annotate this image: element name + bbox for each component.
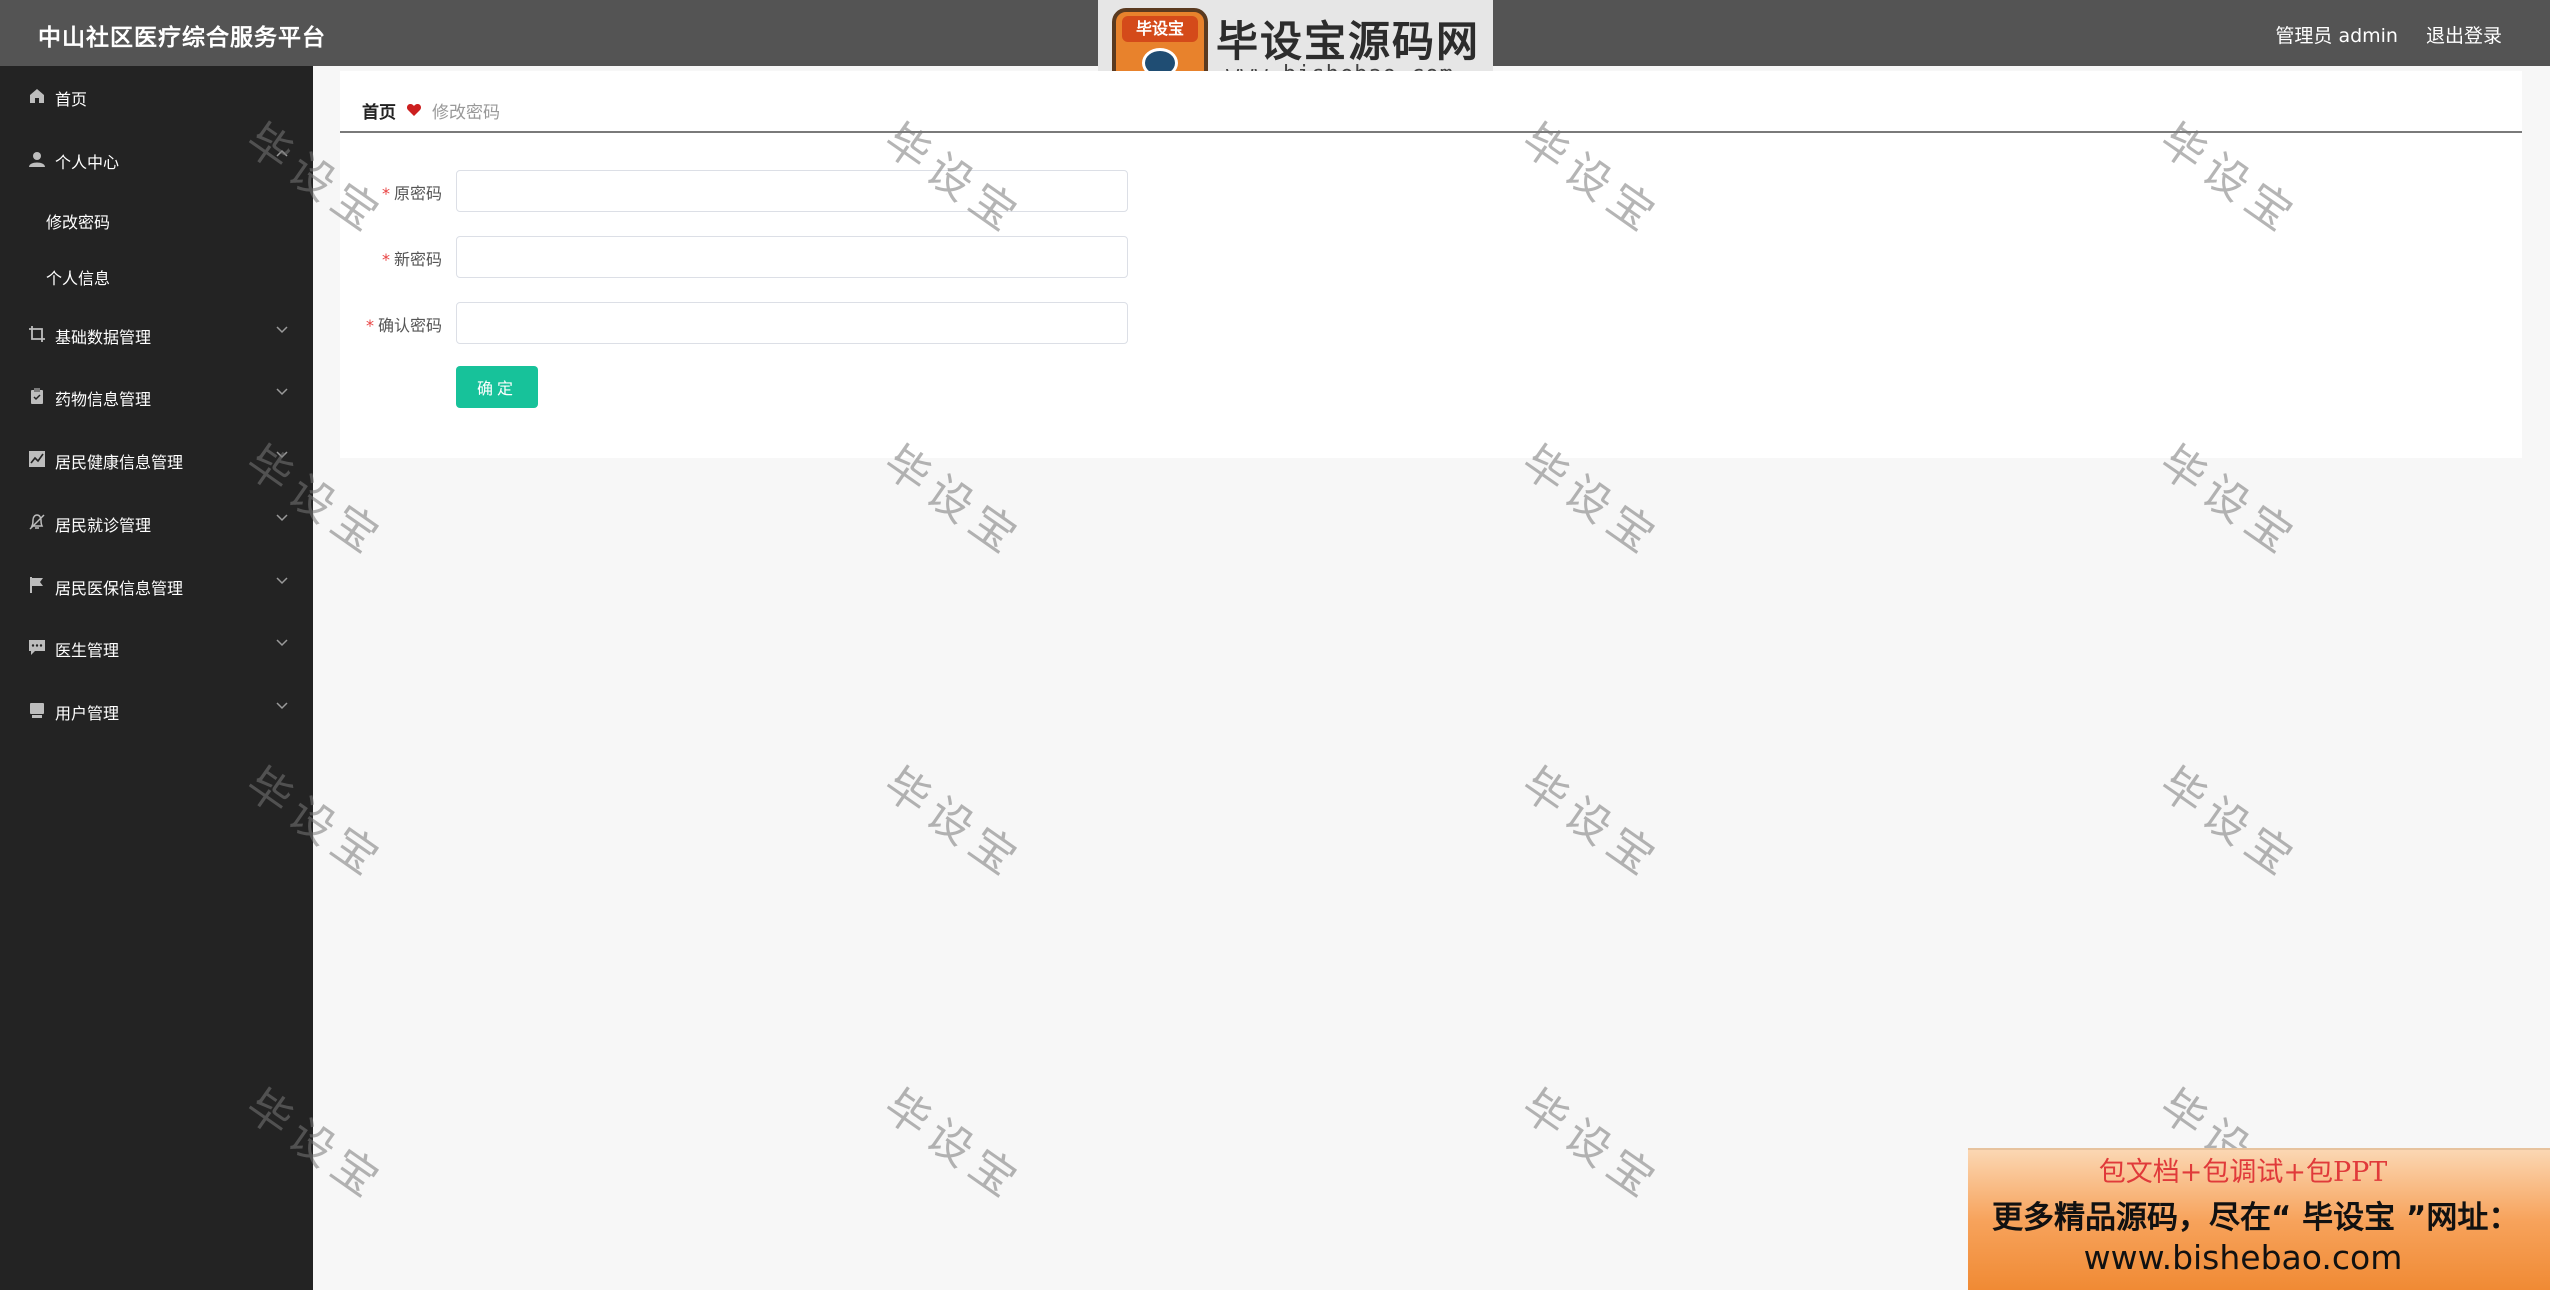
watermark-text: 毕设宝 (1512, 1080, 1670, 1212)
submenu-item-label: 个人信息 (46, 269, 111, 288)
chevron-up-icon (276, 149, 288, 157)
breadcrumb-current: 修改密码 (432, 102, 500, 123)
sidebar-item-label: 居民健康信息管理 (55, 453, 184, 472)
confirm-password-input[interactable] (456, 302, 1128, 344)
sidebar-item-users[interactable]: 用户管理 (0, 687, 313, 733)
user-icon (29, 152, 45, 167)
heart-icon (406, 104, 422, 116)
field-label: * 确认密码 (365, 316, 442, 335)
sidebar-item-basic-data[interactable]: 基础数据管理 (0, 311, 313, 357)
chevron-down-icon (276, 577, 288, 585)
sidebar-item-visits[interactable]: 居民就诊管理 (0, 499, 313, 545)
chevron-down-icon (276, 702, 288, 710)
sidebar-item-insurance[interactable]: 居民医保信息管理 (0, 562, 313, 608)
chevron-down-icon (276, 326, 288, 334)
clipboard-icon (31, 388, 43, 404)
field-label: * 新密码 (381, 250, 442, 269)
chevron-down-icon (276, 639, 288, 647)
sidebar-item-label: 医生管理 (55, 641, 120, 660)
sidebar-item-medicine[interactable]: 药物信息管理 (0, 373, 313, 419)
sidebar-item-doctors[interactable]: 医生管理 (0, 624, 313, 670)
sidebar-item-label: 药物信息管理 (55, 390, 152, 409)
sidebar: 首页 个人中心 修改密码 个人信息 基础数据管理 药物信息管理 居民健康信息管理… (0, 66, 313, 1290)
chart-icon (29, 451, 45, 467)
chevron-down-icon (276, 388, 288, 396)
breadcrumb: 首页 修改密码 (362, 95, 500, 125)
submenu-item-change-password[interactable]: 修改密码 (0, 196, 313, 242)
submit-button[interactable]: 确定 (456, 366, 538, 408)
form-row-old-password: * 原密码 (340, 170, 1140, 212)
chevron-down-icon (276, 451, 288, 459)
bell-off-icon (29, 514, 45, 530)
watermark-text: 毕设宝 (2150, 758, 2308, 890)
watermark-text: 毕设宝 (1512, 758, 1670, 890)
sidebar-item-label: 首页 (55, 90, 88, 109)
submenu-item-label: 修改密码 (46, 213, 111, 232)
promo-banner[interactable]: 包文档+包调试+包PPT 更多精品源码，尽在“ 毕设宝 ”网址： www.bis… (1968, 1148, 2550, 1290)
submenu-item-personal-info[interactable]: 个人信息 (0, 252, 313, 298)
sidebar-item-label: 基础数据管理 (55, 328, 152, 347)
form-row-confirm-password: * 确认密码 (340, 302, 1140, 344)
current-user-label[interactable]: 管理员 admin (2275, 21, 2398, 48)
promo-url: www.bishebao.com (2083, 1238, 2403, 1277)
old-password-input[interactable] (456, 170, 1128, 212)
sidebar-item-personal-center[interactable]: 个人中心 (0, 136, 313, 182)
flag-icon (30, 577, 43, 593)
home-icon (30, 89, 44, 103)
breadcrumb-home[interactable]: 首页 (362, 98, 396, 123)
app-title: 中山社区医疗综合服务平台 (38, 25, 326, 51)
top-right-actions: 管理员 admin 退出登录 (2275, 21, 2502, 48)
field-label: * 原密码 (381, 184, 442, 203)
sidebar-item-label: 用户管理 (55, 704, 120, 723)
crop-icon (29, 326, 45, 342)
sidebar-item-label: 居民医保信息管理 (55, 579, 184, 598)
bookmark-icon (30, 703, 44, 718)
promo-line-2: 更多精品源码，尽在“ 毕设宝 ”网址： (1992, 1200, 2520, 1236)
chevron-down-icon (276, 514, 288, 522)
new-password-input[interactable] (456, 236, 1128, 278)
sidebar-item-home[interactable]: 首页 (0, 73, 313, 119)
watermark-text: 毕设宝 (874, 1080, 1032, 1212)
sidebar-item-label: 居民就诊管理 (55, 516, 152, 535)
watermark-text: 毕设宝 (874, 758, 1032, 890)
logo-site-name: 毕设宝源码网 (1216, 17, 1481, 66)
form-row-new-password: * 新密码 (340, 236, 1140, 278)
change-password-card: 首页 修改密码 * 原密码 * 新密码 * 确认密码 确定 (340, 71, 2522, 458)
logout-link[interactable]: 退出登录 (2426, 21, 2502, 48)
logo-badge-text: 毕设宝 (1122, 16, 1198, 42)
chat-icon (29, 640, 45, 655)
promo-line-1: 包文档+包调试+包PPT (2098, 1157, 2388, 1188)
sidebar-item-health-info[interactable]: 居民健康信息管理 (0, 436, 313, 482)
breadcrumb-divider (340, 131, 2522, 133)
sidebar-item-label: 个人中心 (55, 153, 120, 172)
